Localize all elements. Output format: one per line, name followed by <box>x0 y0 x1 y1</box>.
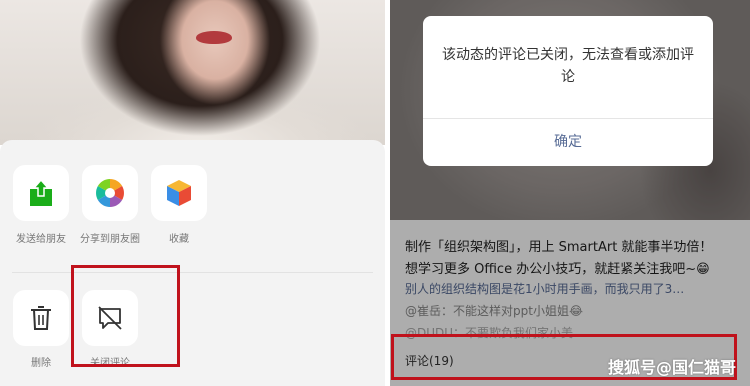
close-comments-highlight <box>71 265 180 367</box>
comments-closed-dialog: 该动态的评论已关闭，无法查看或添加评论 确定 <box>423 16 713 166</box>
left-screen: 发送给朋友 分享到朋友圈 收藏 删除 关闭评论 <box>0 0 385 386</box>
favorite-cube-icon <box>167 180 191 206</box>
profile-photo <box>0 0 385 145</box>
share-sheet: 发送给朋友 分享到朋友圈 收藏 删除 关闭评论 <box>0 140 385 386</box>
share-to-moments-button[interactable] <box>82 165 138 221</box>
sheet-divider <box>12 272 373 273</box>
trash-icon <box>31 306 51 330</box>
moments-aperture-icon <box>96 179 124 207</box>
send-to-friend-button[interactable] <box>13 165 69 221</box>
favorite-button[interactable] <box>151 165 207 221</box>
photo-lips <box>196 31 232 44</box>
favorite-label: 收藏 <box>169 234 189 245</box>
send-to-friend-icon <box>30 178 52 206</box>
delete-button[interactable] <box>13 290 69 346</box>
dialog-message: 该动态的评论已关闭，无法查看或添加评论 <box>442 47 694 85</box>
right-screen: 制作「组织架构图」，用上 SmartArt 就能事半功倍！ 想学习更多 Offi… <box>390 0 750 386</box>
sohu-watermark: 搜狐号@国仁猫哥 <box>607 358 736 377</box>
dialog-confirm-button[interactable]: 确定 <box>423 118 713 166</box>
